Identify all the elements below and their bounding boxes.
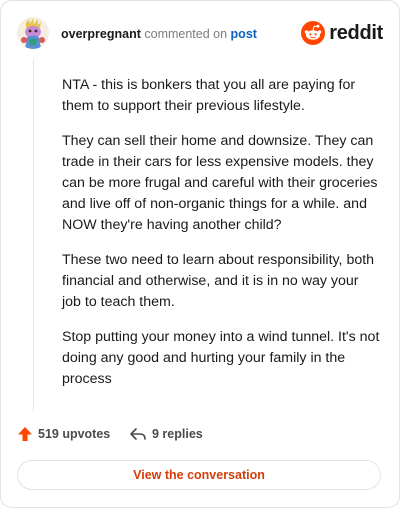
upvote-arrow-icon	[18, 427, 32, 441]
comment-meta: overpregnant commented on post	[61, 27, 257, 41]
comment-footer: 519 upvotes 9 replies	[17, 426, 377, 446]
comment-paragraph: Stop putting your money into a wind tunn…	[62, 329, 380, 387]
post-link[interactable]: post	[231, 27, 257, 41]
view-conversation-button[interactable]: View the conversation	[17, 460, 381, 490]
reddit-logo[interactable]: reddit	[301, 19, 383, 47]
comment-paragraph: NTA - this is bonkers that you all are p…	[62, 77, 356, 114]
reply-arrow-icon	[130, 428, 146, 440]
username-link[interactable]: overpregnant	[61, 27, 141, 41]
upvote-count: 519 upvotes	[38, 427, 111, 441]
comment-card: overpregnant commented on post reddit NT…	[0, 0, 400, 508]
action-text: commented on	[144, 27, 228, 41]
comment-body: NTA - this is bonkers that you all are p…	[62, 75, 380, 404]
comment-paragraph: These two need to learn about responsibi…	[62, 252, 375, 310]
reddit-alien-icon	[301, 21, 326, 45]
comment-paragraph: They can sell their home and downsize. T…	[62, 133, 378, 233]
upvote-stat[interactable]: 519 upvotes	[17, 426, 110, 442]
user-avatar[interactable]	[17, 17, 49, 49]
reply-stat[interactable]: 9 replies	[129, 426, 203, 442]
thread-line	[33, 59, 34, 411]
comment-header: overpregnant commented on post reddit	[17, 17, 383, 51]
snoo-avatar-icon	[17, 17, 49, 49]
reply-count: 9 replies	[152, 427, 203, 441]
reddit-wordmark: reddit	[329, 21, 383, 44]
